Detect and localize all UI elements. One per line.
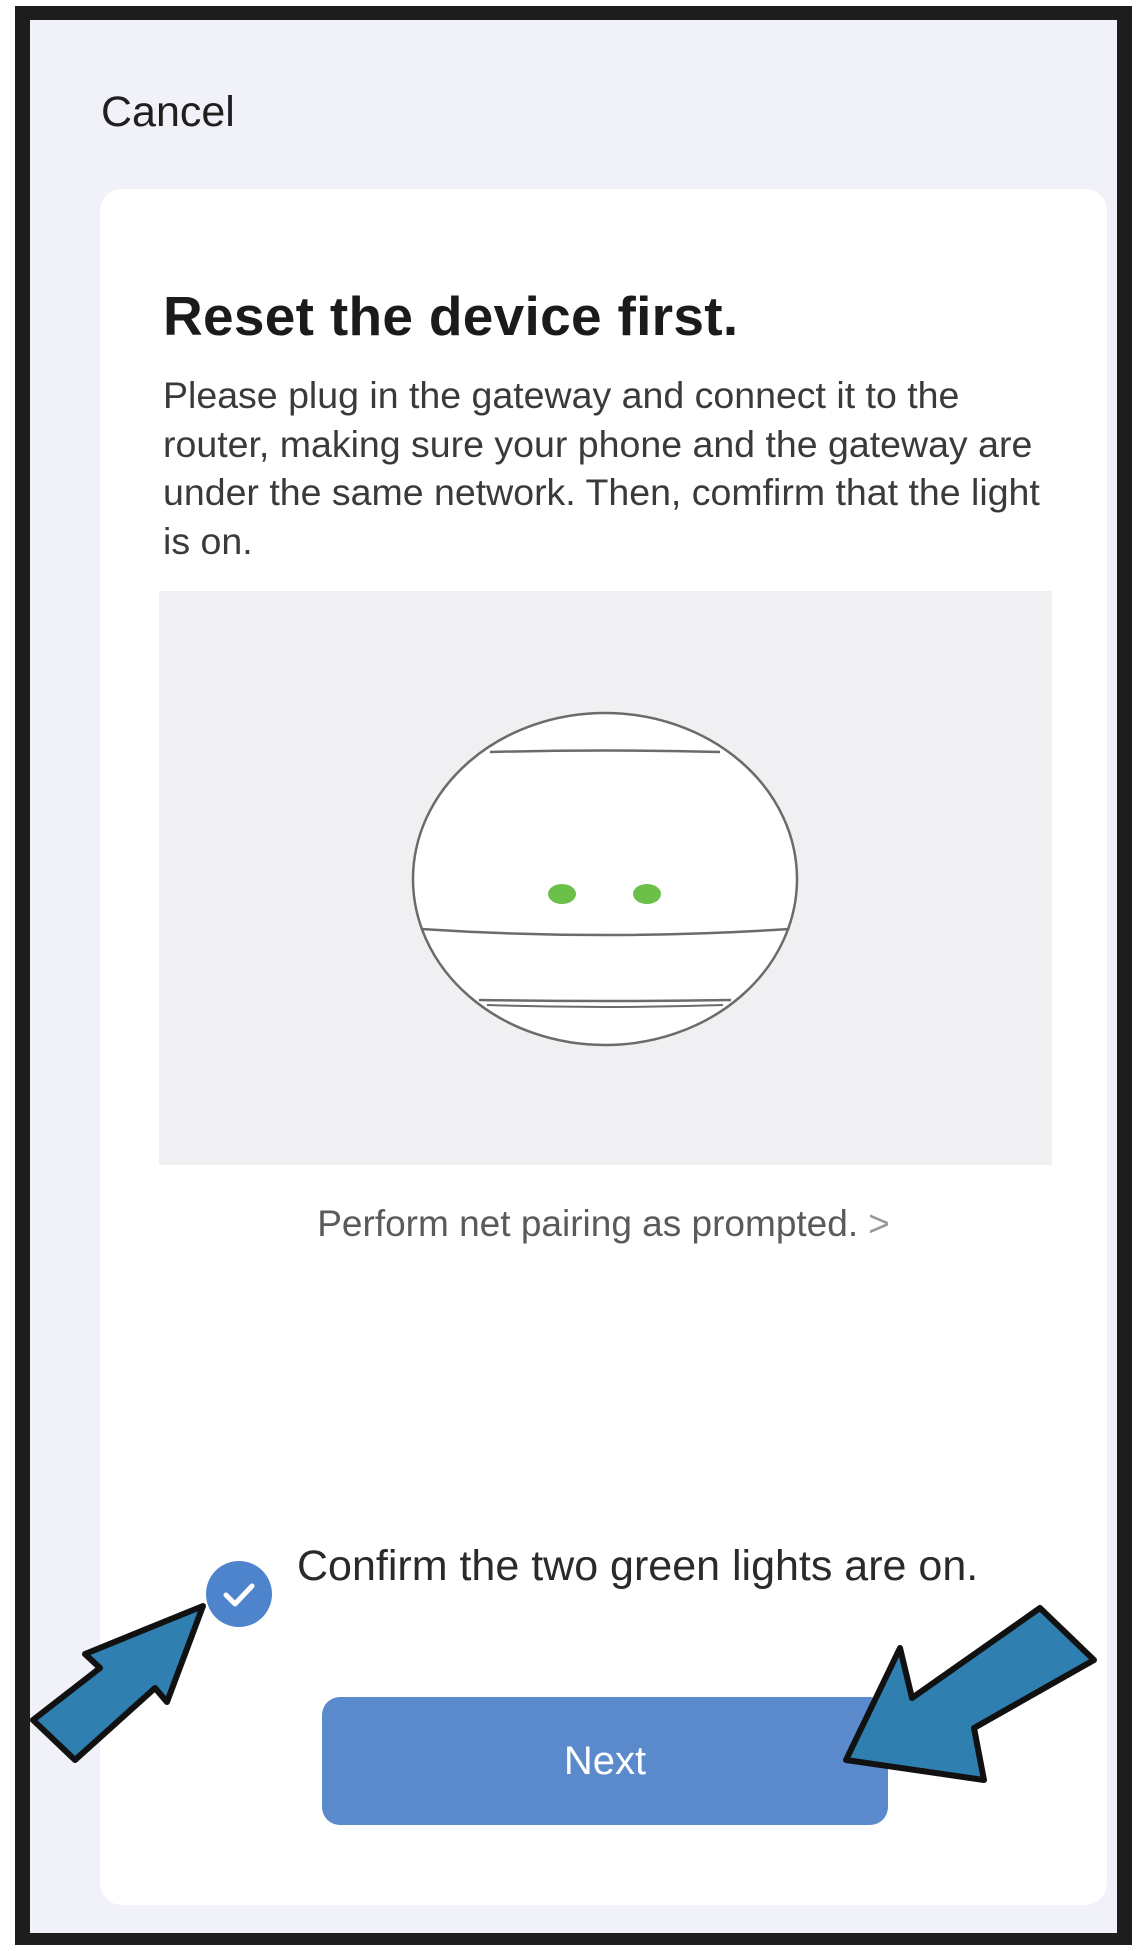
arrow-to-next-button bbox=[843, 1605, 1097, 1783]
next-button[interactable]: Next bbox=[322, 1697, 888, 1825]
confirm-checkbox[interactable] bbox=[206, 1561, 272, 1627]
chevron-right-icon: > bbox=[868, 1203, 890, 1244]
page-title: Reset the device first. bbox=[163, 285, 739, 347]
cancel-button[interactable]: Cancel bbox=[101, 88, 235, 137]
checkmark-icon bbox=[223, 1583, 255, 1607]
net-pairing-link-label: Perform net pairing as prompted. bbox=[317, 1203, 859, 1244]
confirm-label: Confirm the two green lights are on. bbox=[297, 1542, 979, 1590]
instructions-text: Please plug in the gateway and connect i… bbox=[163, 374, 1040, 562]
green-light-right bbox=[633, 884, 661, 904]
green-light-left bbox=[548, 884, 576, 904]
arrow-to-checkbox bbox=[30, 1603, 206, 1763]
gateway-illustration bbox=[159, 591, 1052, 1165]
net-pairing-link[interactable]: Perform net pairing as prompted. > bbox=[100, 1203, 1107, 1245]
gateway-device-icon bbox=[411, 711, 799, 1047]
